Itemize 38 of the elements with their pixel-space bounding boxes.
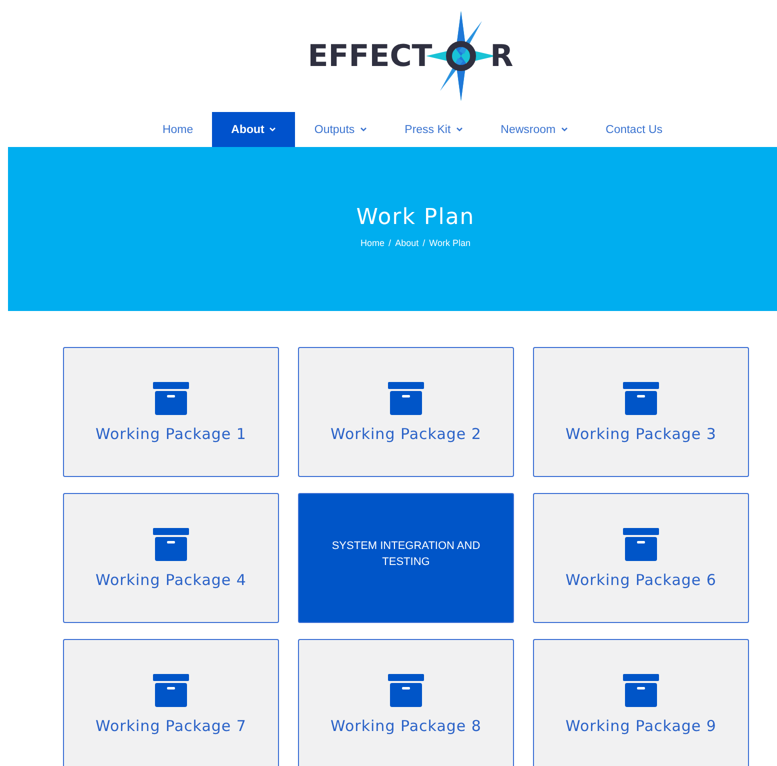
logo-text: EFFECT xyxy=(308,38,432,74)
card-title: Working Package 7 xyxy=(96,716,246,734)
archive-box-icon xyxy=(153,382,189,414)
card-title: Working Package 1 xyxy=(96,424,246,442)
page-title: Work Plan xyxy=(356,205,475,230)
nav-link[interactable]: Newsroom xyxy=(482,112,587,147)
card-title: Working Package 4 xyxy=(96,570,246,588)
card-title: Working Package 9 xyxy=(566,716,716,734)
breadcrumb-separator: / xyxy=(388,238,392,248)
archive-box-icon xyxy=(153,674,189,706)
package-card[interactable]: Working Package 4 xyxy=(63,493,279,623)
nav-link[interactable]: Contact Us xyxy=(586,112,682,147)
package-card[interactable]: Working Package 7 xyxy=(63,639,279,766)
nav-link[interactable]: Outputs xyxy=(295,112,386,147)
package-card[interactable]: Working Package 2 xyxy=(298,347,514,477)
archive-box-icon xyxy=(623,382,659,414)
archive-box-icon xyxy=(388,674,424,706)
logo-text: R xyxy=(490,38,514,74)
package-card[interactable]: SYSTEM INTEGRATION AND TESTING xyxy=(298,493,514,623)
archive-box-icon xyxy=(388,382,424,414)
nav-link[interactable]: About xyxy=(212,112,296,147)
package-card[interactable]: Working Package 6 xyxy=(533,493,749,623)
breadcrumb-separator: / xyxy=(422,238,426,248)
archive-box-icon xyxy=(623,528,659,560)
card-title: Working Package 3 xyxy=(566,424,716,442)
card-title: Working Package 8 xyxy=(330,716,482,734)
nav-link[interactable]: Press Kit xyxy=(386,112,482,147)
card-description: SYSTEM INTEGRATION AND TESTING xyxy=(330,539,482,570)
package-card[interactable]: Working Package 1 xyxy=(63,347,279,477)
breadcrumb-current: Work Plan xyxy=(429,238,470,248)
archive-box-icon xyxy=(153,528,189,560)
card-title: Working Package 2 xyxy=(330,424,482,442)
package-card[interactable]: Working Package 8 xyxy=(298,639,514,766)
package-card[interactable]: Working Package 9 xyxy=(533,639,749,766)
nav-link[interactable]: Home xyxy=(143,112,212,147)
package-card[interactable]: Working Package 3 xyxy=(533,347,749,477)
archive-box-icon xyxy=(623,674,659,706)
card-title: Working Package 6 xyxy=(566,570,716,588)
